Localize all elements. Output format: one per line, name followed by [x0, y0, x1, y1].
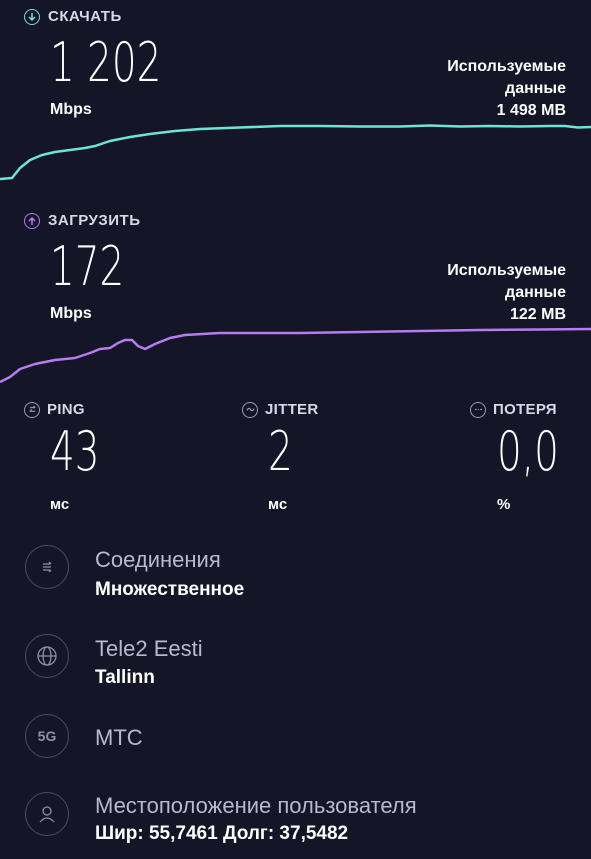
download-graph-line — [0, 124, 591, 181]
jitter-unit: мс — [268, 496, 288, 513]
ping-value: 43 — [50, 420, 100, 483]
jitter-value: 2 — [268, 420, 293, 483]
connections-icon — [25, 545, 69, 589]
connections-value: Множественное — [95, 579, 245, 600]
location-coords: Шир: 55,7461 Долг: 37,5482 — [95, 823, 349, 844]
connections-title: Соединения — [95, 547, 221, 572]
download-arrow-icon — [24, 8, 40, 25]
jitter-icon — [242, 401, 258, 418]
location-title: Местоположение пользователя — [95, 793, 417, 818]
ping-label: PING — [47, 401, 85, 418]
upload-used-label-2: данные — [505, 284, 566, 301]
download-unit: Mbps — [50, 101, 92, 118]
download-label: СКАЧАТЬ — [48, 8, 122, 25]
provider-city: Tallinn — [95, 667, 155, 688]
download-used-label-2: данные — [505, 80, 566, 97]
download-used-label-1: Используемые — [447, 58, 566, 75]
download-speed: 1 202 — [50, 31, 162, 94]
loss-label: ПОТЕРЯ — [493, 401, 557, 418]
provider-title: Tele2 Eesti — [95, 636, 203, 661]
upload-label: ЗАГРУЗИТЬ — [48, 212, 141, 229]
loss-value: 0,0 — [497, 420, 559, 483]
upload-graph — [0, 327, 591, 384]
loss-unit: % — [497, 496, 511, 513]
download-used-data: Используемые данные 1 498 MB — [447, 56, 566, 122]
upload-unit: Mbps — [50, 305, 92, 322]
upload-speed: 172 — [50, 235, 125, 298]
packet-loss-icon — [470, 401, 486, 418]
upload-used-label-1: Используемые — [447, 262, 566, 279]
jitter-header: JITTER — [242, 401, 318, 418]
ping-icon — [24, 401, 40, 418]
download-header: СКАЧАТЬ — [24, 8, 122, 25]
ping-unit: мс — [50, 496, 70, 513]
user-icon — [25, 792, 69, 836]
network-title: МТС — [95, 725, 143, 750]
5g-icon: 5G — [25, 714, 69, 758]
upload-graph-line — [0, 327, 591, 384]
globe-icon — [25, 634, 69, 678]
loss-header: ПОТЕРЯ — [470, 401, 557, 418]
5g-badge: 5G — [37, 728, 57, 744]
jitter-label: JITTER — [265, 401, 319, 418]
download-graph — [0, 124, 591, 181]
upload-arrow-icon — [24, 212, 40, 229]
ping-header: PING — [24, 401, 85, 418]
upload-header: ЗАГРУЗИТЬ — [24, 212, 141, 229]
upload-used-data: Используемые данные 122 MB — [447, 260, 566, 326]
